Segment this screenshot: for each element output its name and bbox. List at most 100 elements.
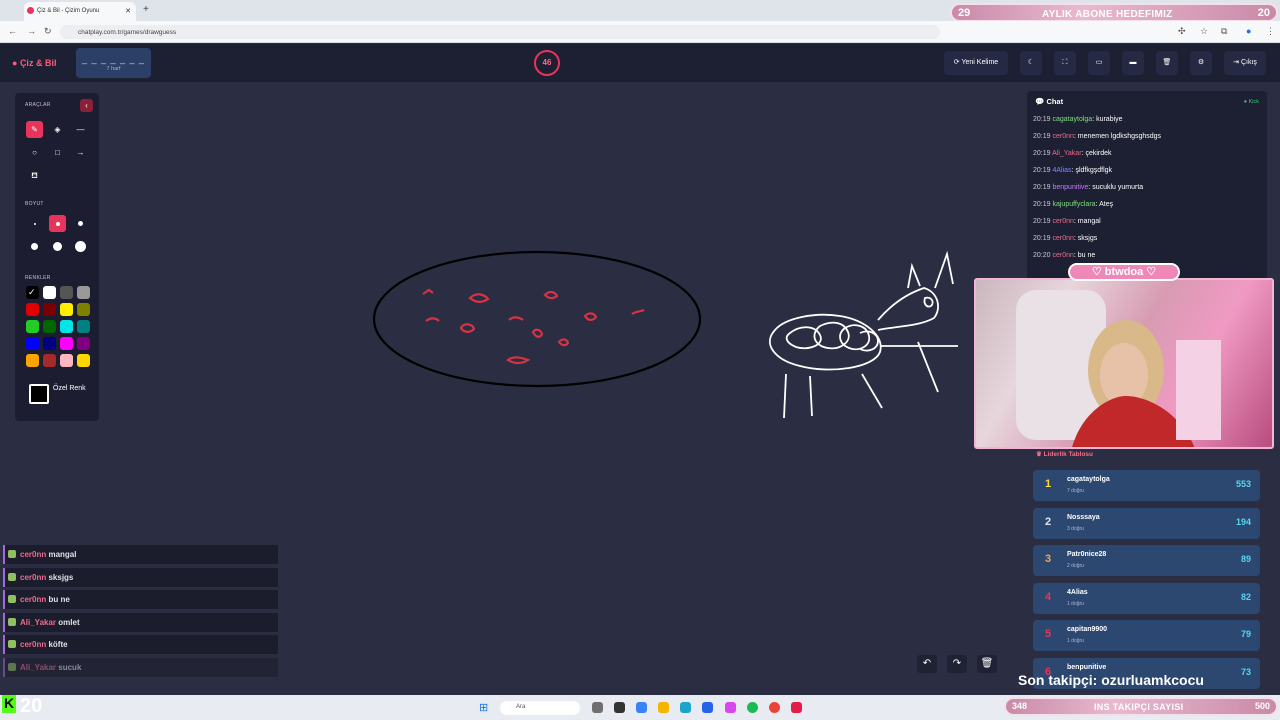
overlay-chat-row: cer0nn köfte: [3, 635, 278, 654]
browser-tab[interactable]: Çiz & Bil - Çizim Oyunu ✕: [24, 2, 136, 21]
collapse-panel-button[interactable]: ‹: [80, 99, 93, 112]
chat-user[interactable]: cer0nn: [1052, 133, 1073, 140]
chat-user[interactable]: kajupuffyclara: [1052, 201, 1095, 208]
extension-icon[interactable]: ✣: [1178, 26, 1186, 37]
app-icon-2[interactable]: [614, 702, 625, 713]
size-1[interactable]: [26, 215, 43, 232]
forward-icon[interactable]: →: [27, 26, 36, 36]
leaderboard-score: 89: [1240, 554, 1251, 564]
word-hint-box: _ _ _ _ _ _ _ 7 harf: [76, 48, 151, 78]
new-word-label: Yeni Kelime: [961, 59, 999, 66]
url-field[interactable]: chatplay.com.tr/games/drawguess: [60, 25, 940, 39]
bookmark-icon[interactable]: ☆: [1200, 26, 1208, 37]
reload-icon[interactable]: ↻: [44, 26, 52, 37]
app-icon-6[interactable]: [702, 702, 713, 713]
chat-message: 20:19 cer0nn: menemen lgdkshgsghsdgs: [1033, 133, 1162, 140]
fill-icon[interactable]: ⛾: [26, 167, 43, 184]
chat-user[interactable]: 4Alias: [1052, 167, 1071, 174]
color-swatch[interactable]: [26, 337, 39, 350]
undo-button[interactable]: ↶: [917, 655, 937, 673]
leaderboard-rank: 4: [1045, 590, 1052, 603]
color-swatch[interactable]: [60, 337, 73, 350]
app-icon-7[interactable]: [725, 702, 736, 713]
logo[interactable]: ● Çiz & Bil: [12, 58, 56, 68]
new-word-button[interactable]: ⟳ Yeni Kelime: [944, 51, 1008, 75]
color-swatch[interactable]: [43, 320, 56, 333]
color-swatch[interactable]: [26, 354, 39, 367]
close-tab-icon[interactable]: ✕: [125, 7, 131, 15]
size-6[interactable]: [72, 238, 89, 255]
color-swatch[interactable]: [43, 286, 56, 299]
chat-user[interactable]: cagataytolga: [1052, 116, 1092, 123]
extensions-icon[interactable]: ⧉: [1221, 26, 1227, 37]
color-swatch[interactable]: [60, 303, 73, 316]
app-icon-10[interactable]: [791, 702, 802, 713]
arrow-icon[interactable]: →: [72, 144, 89, 161]
line-icon[interactable]: —: [72, 121, 89, 138]
clear-canvas-button[interactable]: 🗑: [977, 655, 997, 673]
chat-text: sksjgs: [1077, 235, 1098, 242]
windows-start-icon[interactable]: ⊞: [479, 701, 488, 714]
chat-text: çekirdek: [1085, 150, 1112, 157]
chat-message: 20:19 cagataytolga: kurabiye: [1033, 116, 1123, 123]
chat-user[interactable]: cer0nn: [1052, 235, 1073, 242]
keyboard-button[interactable]: ▭: [1088, 51, 1110, 75]
menu-icon[interactable]: ⋮: [1266, 26, 1275, 37]
redo-button[interactable]: ↷: [947, 655, 967, 673]
word-mask: _ _ _ _ _ _ _: [81, 54, 146, 64]
taskbar-search[interactable]: Ara: [500, 701, 580, 715]
edge-icon[interactable]: [680, 702, 691, 713]
exit-button[interactable]: ⇥ Çıkış: [1224, 51, 1266, 75]
app-icon-1[interactable]: [592, 702, 603, 713]
clear-button[interactable]: 🗑: [1156, 51, 1178, 75]
spotify-icon[interactable]: [747, 702, 758, 713]
settings-button[interactable]: ⚙: [1190, 51, 1212, 75]
color-swatch[interactable]: [77, 337, 90, 350]
layout-icon: ▬: [1129, 59, 1137, 66]
theme-toggle-button[interactable]: ☾: [1020, 51, 1042, 75]
color-swatch[interactable]: [60, 320, 73, 333]
size-4[interactable]: [26, 238, 43, 255]
size-2[interactable]: [49, 215, 66, 232]
kick-label: Kick: [1248, 99, 1259, 105]
color-swatch[interactable]: [43, 354, 56, 367]
chat-user[interactable]: cer0nn: [1052, 218, 1073, 225]
color-swatch[interactable]: [77, 320, 90, 333]
rectangle-icon[interactable]: □: [49, 144, 66, 161]
back-icon[interactable]: ←: [8, 26, 17, 36]
overlay-chat-text: köfte: [48, 640, 68, 649]
color-swatch[interactable]: [26, 303, 39, 316]
kick-logo-icon: K: [2, 695, 16, 713]
new-tab-icon[interactable]: +: [143, 4, 149, 15]
color-swatch[interactable]: [77, 286, 90, 299]
chat-user[interactable]: benpunitive: [1052, 184, 1088, 191]
size-5[interactable]: [49, 238, 66, 255]
color-swatch[interactable]: [43, 303, 56, 316]
fullscreen-button[interactable]: ⛶: [1054, 51, 1076, 75]
brush-icon[interactable]: ✎: [26, 121, 43, 138]
color-swatch[interactable]: [77, 354, 90, 367]
leaderboard-score: 553: [1235, 479, 1251, 489]
leaderboard-correct: 2 doğru: [1067, 563, 1084, 569]
profile-icon[interactable]: ●: [1246, 26, 1251, 36]
chrome-icon[interactable]: [769, 702, 780, 713]
subs-current: 29: [958, 7, 971, 19]
color-swatch[interactable]: [60, 286, 73, 299]
eraser-icon[interactable]: ◈: [49, 121, 66, 138]
chat-user[interactable]: cer0nn: [1052, 252, 1073, 259]
layout-button[interactable]: ▬: [1122, 51, 1144, 75]
leaderboard-rank: 1: [1045, 478, 1052, 490]
folder-icon[interactable]: [658, 702, 669, 713]
size-3[interactable]: [72, 215, 89, 232]
color-swatch[interactable]: [77, 303, 90, 316]
leaderboard-correct: 7 doğru: [1067, 488, 1084, 494]
color-swatch[interactable]: [26, 320, 39, 333]
chat-user[interactable]: Ali_Yakar: [1052, 150, 1081, 157]
custom-color-button[interactable]: [29, 384, 49, 404]
app-icon-3[interactable]: [636, 702, 647, 713]
color-swatch[interactable]: [60, 354, 73, 367]
color-swatch[interactable]: [43, 337, 56, 350]
leaderboard-score: 73: [1240, 666, 1251, 677]
subs-goal: 20: [1257, 7, 1270, 19]
circle-icon[interactable]: ○: [26, 144, 43, 161]
